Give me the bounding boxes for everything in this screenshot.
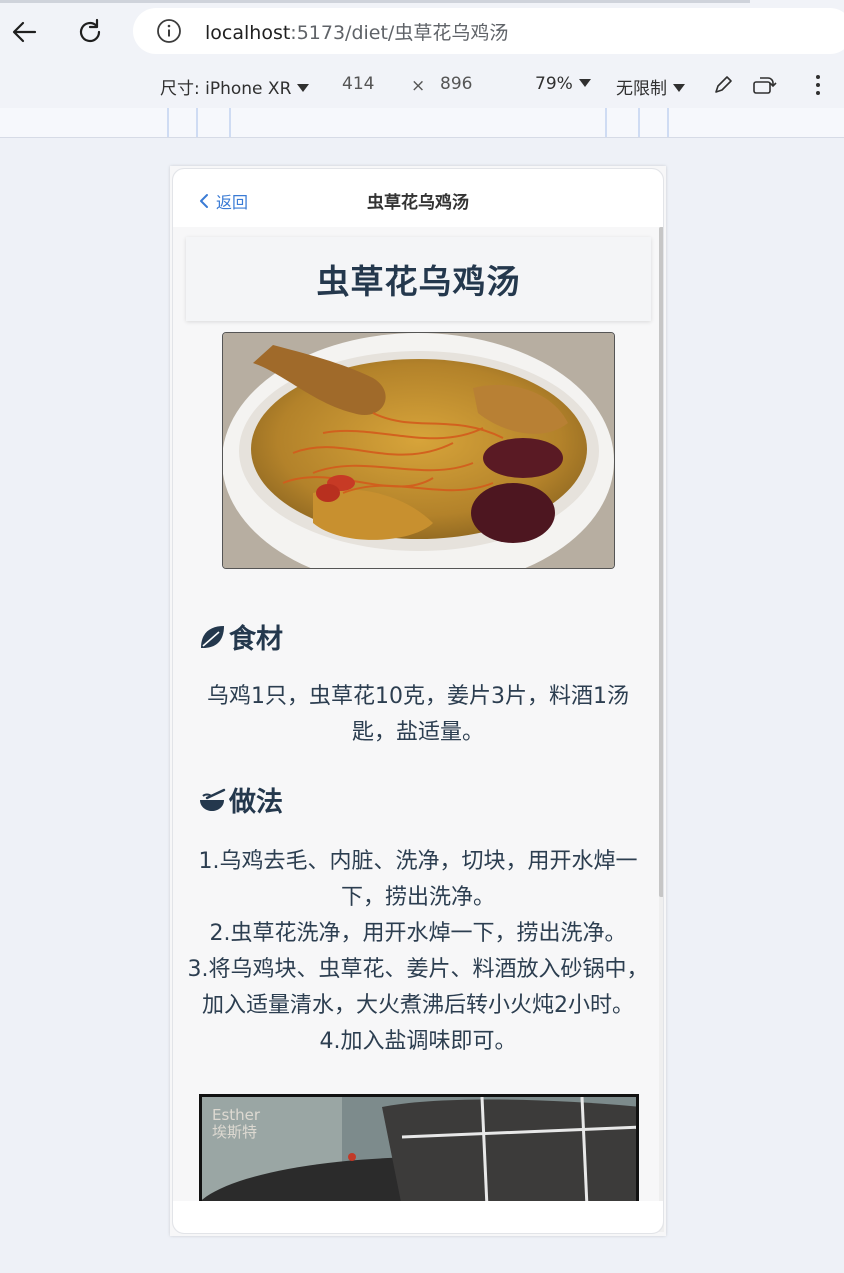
arrow-left-icon <box>12 21 37 43</box>
app-header: 返回 虫草花乌鸡汤 <box>173 169 663 227</box>
watermark-line: 埃斯特 <box>212 1123 258 1141</box>
ruler-mark <box>605 108 607 137</box>
device-select[interactable]: 尺寸: iPhone XR <box>160 74 310 99</box>
loading-bar <box>0 0 750 3</box>
dish-image <box>222 332 615 569</box>
ingredients-heading-text: 食材 <box>229 624 283 655</box>
step-item: 2.虫草花洗净，用开水焯一下，捞出洗净。 <box>209 921 627 946</box>
dimension-separator: × <box>411 76 426 96</box>
rotate-icon[interactable] <box>751 71 779 99</box>
step-item: 4.加入盐调味即可。 <box>319 1029 517 1054</box>
throttle-select[interactable]: 无限制 <box>616 74 685 99</box>
page-title: 虫草花乌鸡汤 <box>316 262 521 301</box>
info-icon[interactable] <box>155 17 183 45</box>
ingredients-heading: 食材 <box>197 617 283 656</box>
media-query-ruler[interactable] <box>0 108 844 138</box>
method-heading-text: 做法 <box>229 787 283 818</box>
pen-icon[interactable] <box>709 71 737 99</box>
ingredients-text: 乌鸡1只，虫草花10克，姜片3片，料酒1汤匙，盐适量。 <box>207 684 629 745</box>
address-bar[interactable]: localhost:5173/diet/虫草花乌鸡汤 <box>133 8 844 54</box>
recipe-content[interactable]: 虫草花乌鸡汤 食材 乌鸡1只，虫草花10克，姜片3片，料酒1汤匙，盐适量。 做法… <box>173 227 659 1201</box>
header-title: 虫草花乌鸡汤 <box>367 193 469 213</box>
watermark-line: Esther <box>212 1106 261 1124</box>
scrollbar-thumb[interactable] <box>659 227 664 897</box>
reload-icon <box>79 18 101 43</box>
step-item: 1.乌鸡去毛、内脏、洗净，切块，用开水焯一下，捞出洗净。 <box>198 849 638 910</box>
ruler-mark <box>667 108 669 137</box>
more-vert-icon[interactable] <box>804 71 832 99</box>
step-item: 3.将乌鸡块、虫草花、姜片、料酒放入砂锅中，加入适量清水，大火煮沸后转小火炖2小… <box>187 957 649 1018</box>
caret-down-icon <box>578 79 591 87</box>
url-text[interactable]: localhost:5173/diet/虫草花乌鸡汤 <box>205 18 508 45</box>
title-card: 虫草花乌鸡汤 <box>186 237 651 321</box>
method-heading: 做法 <box>197 780 283 819</box>
steps-list: 1.乌鸡去毛、内脏、洗净，切块，用开水焯一下，捞出洗净。 2.虫草花洗净，用开水… <box>183 844 653 1060</box>
ruler-mark <box>638 108 640 137</box>
bottom-bar <box>173 1201 663 1233</box>
url-path: :5173/diet/虫草花乌鸡汤 <box>290 21 509 44</box>
ruler-mark <box>167 108 169 137</box>
width-input[interactable]: 414 <box>342 74 374 94</box>
cooking-video[interactable]: Esther 埃斯特 <box>199 1094 639 1201</box>
browser-reload-button[interactable] <box>70 12 110 52</box>
video-watermark: Esther 埃斯特 <box>212 1107 260 1141</box>
caret-down-icon <box>297 84 310 92</box>
ruler-mark <box>196 108 198 137</box>
browser-back-button[interactable] <box>4 12 44 52</box>
caret-down-icon <box>673 84 685 92</box>
throttle-label: 无限制 <box>616 79 667 99</box>
device-label: 尺寸: iPhone XR <box>160 79 292 99</box>
url-host: localhost <box>205 21 291 44</box>
device-toolbar: 尺寸: iPhone XR 414 × 896 79% 无限制 <box>0 62 844 108</box>
zoom-select[interactable]: 79% <box>535 74 591 94</box>
ruler-mark <box>229 108 231 137</box>
leaf-icon <box>201 625 224 648</box>
browser-toolbar: localhost:5173/diet/虫草花乌鸡汤 <box>0 0 844 62</box>
height-input[interactable]: 896 <box>440 74 472 94</box>
scrollbar[interactable] <box>659 227 664 1232</box>
zoom-label: 79% <box>535 74 573 94</box>
bowl-icon <box>200 788 226 811</box>
device-viewport: 返回 虫草花乌鸡汤 虫草花乌鸡汤 食材 乌鸡1只，虫草花10克，姜片3片，料酒1… <box>170 166 666 1236</box>
